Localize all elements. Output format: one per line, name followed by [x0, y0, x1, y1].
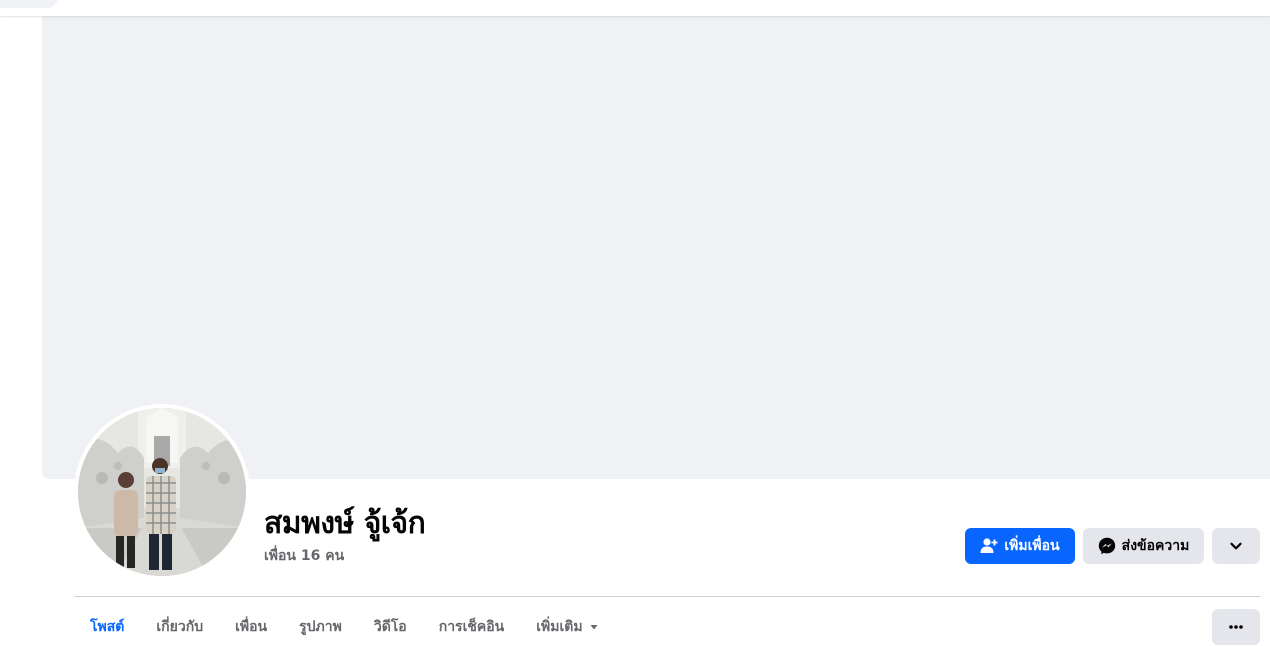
- tab-posts[interactable]: โพสต์: [74, 608, 140, 646]
- profile-photo-image: [78, 408, 246, 576]
- tab-label: การเช็คอิน: [438, 619, 505, 635]
- top-navigation-bar: [0, 0, 1270, 16]
- tab-more[interactable]: เพิ่มเติม: [520, 608, 614, 646]
- add-friend-button[interactable]: เพิ่มเพื่อน: [965, 528, 1075, 564]
- message-button[interactable]: ส่งข้อความ: [1083, 528, 1204, 564]
- tab-label: โพสต์: [90, 619, 125, 635]
- tab-label: วิดีโอ: [373, 619, 407, 635]
- profile-name: สมพงษ์ จู้เจ้ก: [264, 506, 426, 541]
- profile-tabs: โพสต์ เกี่ยวกับ เพื่อน รูปภาพ วิดีโอ การ…: [74, 608, 615, 646]
- tab-about[interactable]: เกี่ยวกับ: [140, 608, 219, 646]
- messenger-icon: [1098, 537, 1116, 555]
- profile-divider: [74, 596, 1260, 597]
- tab-label: เกี่ยวกับ: [156, 619, 204, 635]
- cover-photo-area[interactable]: [42, 16, 1270, 479]
- caret-down-icon: [589, 622, 599, 632]
- profile-more-button[interactable]: [1212, 528, 1260, 564]
- profile-picture-frame[interactable]: [74, 404, 250, 580]
- profile-picture[interactable]: [78, 408, 246, 576]
- tabs-more-options-button[interactable]: [1212, 609, 1260, 645]
- person-add-icon: [980, 537, 998, 555]
- tab-friends[interactable]: เพื่อน: [219, 608, 283, 646]
- chevron-down-icon: [1229, 539, 1243, 553]
- ellipsis-icon: [1228, 624, 1244, 630]
- message-label: ส่งข้อความ: [1121, 538, 1190, 554]
- search-bar-fragment[interactable]: [0, 0, 58, 8]
- friends-count[interactable]: เพื่อน 16 คน: [264, 545, 344, 567]
- tab-label: เพิ่มเติม: [536, 619, 583, 635]
- tab-videos[interactable]: วิดีโอ: [358, 608, 423, 646]
- tab-photos[interactable]: รูปภาพ: [283, 608, 358, 646]
- tab-label: เพื่อน: [235, 619, 268, 635]
- add-friend-label: เพิ่มเพื่อน: [1004, 538, 1060, 554]
- tab-label: รูปภาพ: [299, 619, 342, 635]
- tab-check-ins[interactable]: การเช็คอิน: [423, 608, 521, 646]
